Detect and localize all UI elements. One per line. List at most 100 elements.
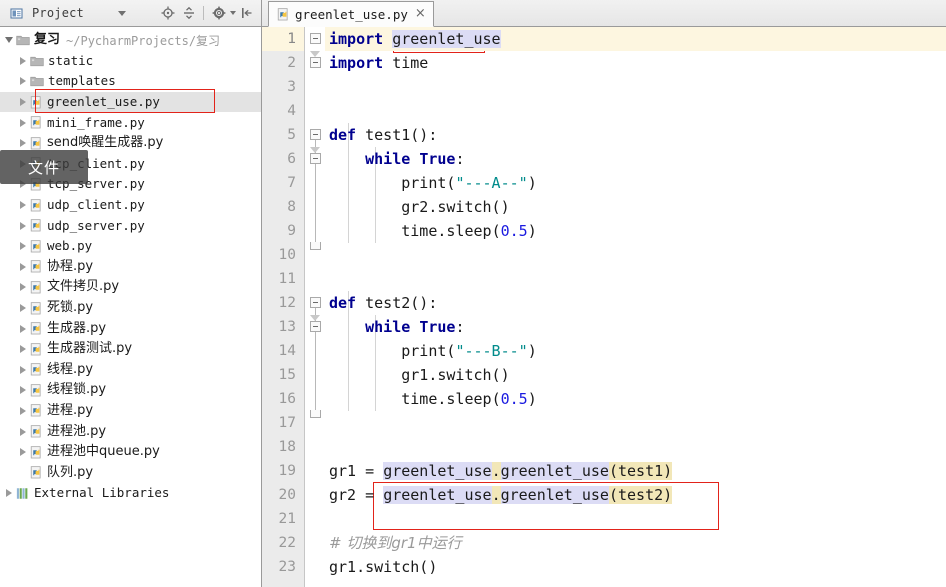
chevron-down-icon[interactable] (5, 37, 13, 44)
gear-icon[interactable] (210, 5, 227, 22)
code-line-12[interactable]: def test2(): (325, 291, 946, 315)
tree-row-1[interactable]: static (0, 51, 261, 72)
locate-icon[interactable] (159, 5, 176, 22)
chevron-right-icon[interactable] (20, 262, 26, 271)
tree-row-20[interactable]: 进程池中queue.py (0, 442, 261, 463)
code-line-20[interactable]: gr2 = greenlet_use.greenlet_use(test2) (325, 483, 946, 507)
tree-row-11[interactable]: 协程.py (0, 257, 261, 278)
tree-row-0[interactable]: 复习 ~/PycharmProjects/复习 (0, 30, 261, 51)
tree-row-14[interactable]: 生成器.py (0, 318, 261, 339)
tree-row-8[interactable]: udp_client.py (0, 195, 261, 216)
line-number-8[interactable]: 8 (262, 195, 304, 219)
chevron-right-icon[interactable] (20, 201, 26, 210)
chevron-right-icon[interactable] (20, 139, 26, 148)
line-number-5[interactable]: 5 (262, 123, 304, 147)
line-number-7[interactable]: 7 (262, 171, 304, 195)
gear-chevron-down-icon[interactable] (230, 11, 236, 15)
project-view-chevron-down-icon[interactable] (117, 10, 126, 16)
code-line-21[interactable] (325, 507, 946, 531)
line-number-21[interactable]: 21 (262, 507, 304, 531)
line-number-3[interactable]: 3 (262, 75, 304, 99)
chevron-right-icon[interactable] (20, 448, 26, 457)
tree-row-22[interactable]: External Libraries (0, 483, 261, 504)
code-line-10[interactable] (325, 243, 946, 267)
code-line-15[interactable]: gr1.switch() (325, 363, 946, 387)
code-line-16[interactable]: time.sleep(0.5) (325, 387, 946, 411)
line-number-20[interactable]: 20 (262, 483, 304, 507)
tree-row-10[interactable]: web.py (0, 236, 261, 257)
chevron-right-icon[interactable] (20, 427, 26, 436)
line-number-9[interactable]: 9 (262, 219, 304, 243)
fold-marker-line-12[interactable] (310, 297, 321, 308)
chevron-right-icon[interactable] (20, 283, 26, 292)
tree-row-13[interactable]: 死锁.py (0, 298, 261, 319)
code-line-17[interactable] (325, 411, 946, 435)
tree-row-19[interactable]: 进程池.py (0, 421, 261, 442)
chevron-right-icon[interactable] (20, 406, 26, 415)
chevron-right-icon[interactable] (20, 386, 26, 395)
tree-row-4[interactable]: mini_frame.py (0, 112, 261, 133)
code-line-3[interactable] (325, 75, 946, 99)
chevron-right-icon[interactable] (20, 345, 26, 354)
code-line-14[interactable]: print("---B--") (325, 339, 946, 363)
line-number-1[interactable]: 1 (262, 27, 304, 51)
fold-marker-line-5[interactable] (310, 129, 321, 140)
code-text[interactable]: import greenlet_use import time def test… (325, 27, 946, 587)
code-line-4[interactable] (325, 99, 946, 123)
chevron-right-icon[interactable] (20, 304, 26, 313)
hide-panel-icon[interactable] (238, 5, 255, 22)
code-line-6[interactable]: while True: (325, 147, 946, 171)
line-number-11[interactable]: 11 (262, 267, 304, 291)
tab-greenlet-use-py[interactable]: greenlet_use.py × (268, 1, 434, 27)
line-number-16[interactable]: 16 (262, 387, 304, 411)
fold-marker-line-6[interactable] (310, 153, 321, 164)
line-number-17[interactable]: 17 (262, 411, 304, 435)
line-number-10[interactable]: 10 (262, 243, 304, 267)
tree-row-17[interactable]: 线程锁.py (0, 380, 261, 401)
line-number-22[interactable]: 22 (262, 531, 304, 555)
chevron-right-icon[interactable] (6, 489, 12, 498)
line-number-6[interactable]: 6 (262, 147, 304, 171)
code-line-11[interactable] (325, 267, 946, 291)
code-line-2[interactable]: import time (325, 51, 946, 75)
code-line-9[interactable]: time.sleep(0.5) (325, 219, 946, 243)
tree-row-16[interactable]: 线程.py (0, 360, 261, 381)
tree-row-2[interactable]: templates (0, 71, 261, 92)
fold-marker-line-1[interactable] (310, 33, 321, 44)
code-line-23[interactable]: gr1.switch() (325, 555, 946, 579)
chevron-right-icon[interactable] (20, 242, 26, 251)
code-line-22[interactable]: # 切换到gr1中运行 (325, 531, 946, 555)
line-number-18[interactable]: 18 (262, 435, 304, 459)
chevron-right-icon[interactable] (20, 118, 26, 127)
fold-marker-line-13[interactable] (310, 321, 321, 332)
collapse-all-icon[interactable] (180, 5, 197, 22)
line-number-14[interactable]: 14 (262, 339, 304, 363)
chevron-right-icon[interactable] (20, 324, 26, 333)
tree-row-15[interactable]: 生成器测试.py (0, 339, 261, 360)
tree-row-12[interactable]: 文件拷贝.py (0, 277, 261, 298)
code-line-13[interactable]: while True: (325, 315, 946, 339)
line-number-12[interactable]: 12 (262, 291, 304, 315)
line-number-15[interactable]: 15 (262, 363, 304, 387)
close-icon[interactable]: × (415, 7, 426, 20)
line-number-4[interactable]: 4 (262, 99, 304, 123)
line-number-2[interactable]: 2 (262, 51, 304, 75)
chevron-right-icon[interactable] (20, 221, 26, 230)
tree-row-9[interactable]: udp_server.py (0, 215, 261, 236)
code-line-7[interactable]: print("---A--") (325, 171, 946, 195)
line-number-13[interactable]: 13 (262, 315, 304, 339)
tree-row-3[interactable]: greenlet_use.py (0, 91, 261, 113)
tree-row-18[interactable]: 进程.py (0, 401, 261, 422)
code-line-8[interactable]: gr2.switch() (325, 195, 946, 219)
chevron-right-icon[interactable] (20, 77, 26, 86)
fold-marker-line-2[interactable] (310, 57, 321, 68)
tree-row-21[interactable]: 队列.py (0, 462, 261, 483)
project-file-tree[interactable]: 复习 ~/PycharmProjects/复习 static templates gre… (0, 27, 261, 504)
code-line-19[interactable]: gr1 = greenlet_use.greenlet_use(test1) (325, 459, 946, 483)
line-number-19[interactable]: 19 (262, 459, 304, 483)
chevron-right-icon[interactable] (20, 98, 26, 107)
code-folding-strip[interactable] (305, 27, 325, 587)
code-line-1[interactable]: import greenlet_use (325, 27, 946, 51)
line-number-23[interactable]: 23 (262, 555, 304, 579)
chevron-right-icon[interactable] (20, 365, 26, 374)
